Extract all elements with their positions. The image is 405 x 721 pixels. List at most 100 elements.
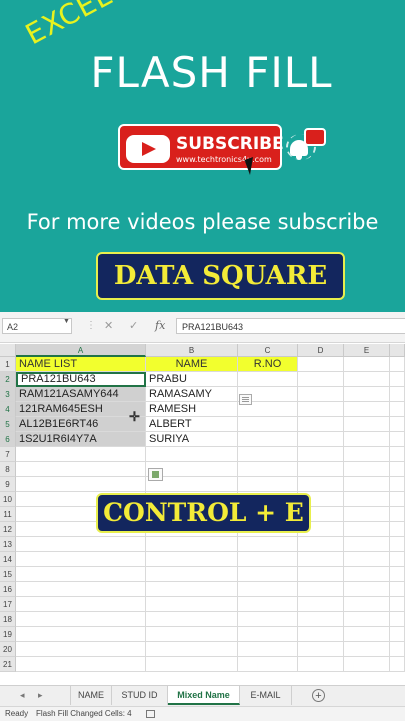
enter-icon[interactable]: ✓ (129, 319, 138, 332)
column-header-b[interactable]: B (146, 344, 238, 357)
grid-cell[interactable] (16, 582, 146, 597)
cell-a3[interactable]: RAM121ASAMY644 (16, 387, 146, 402)
cell-b6[interactable]: SURIYA (146, 432, 238, 447)
chevron-down-icon[interactable]: ▼ (63, 318, 70, 325)
grid-cell[interactable] (390, 417, 405, 432)
grid-cell[interactable] (298, 372, 344, 387)
grid-cell[interactable] (146, 447, 238, 462)
grid-cell[interactable] (298, 402, 344, 417)
grid-cell[interactable] (390, 372, 405, 387)
grid-cell[interactable] (344, 372, 390, 387)
select-all-corner[interactable] (0, 344, 16, 357)
row-header[interactable]: 16 (0, 582, 16, 597)
grid-cell[interactable] (16, 567, 146, 582)
row-header[interactable]: 15 (0, 567, 16, 582)
grid-cell[interactable] (238, 567, 298, 582)
grid-cell[interactable] (390, 432, 405, 447)
row-header[interactable]: 6 (0, 432, 16, 447)
grid-cell[interactable] (238, 447, 298, 462)
grid-cell[interactable] (238, 462, 298, 477)
grid-cell[interactable] (344, 582, 390, 597)
grid-cell[interactable] (298, 462, 344, 477)
grid-cell[interactable] (390, 627, 405, 642)
grid-cell[interactable] (146, 642, 238, 657)
grid-cell[interactable] (390, 387, 405, 402)
grid-cell[interactable] (298, 357, 344, 372)
grid-cell[interactable] (344, 642, 390, 657)
grid-cell[interactable] (390, 597, 405, 612)
grid-cell[interactable] (390, 552, 405, 567)
grid-cell[interactable] (390, 537, 405, 552)
grid-cell[interactable] (344, 657, 390, 672)
grid-cell[interactable] (390, 612, 405, 627)
grid-cell[interactable] (298, 597, 344, 612)
grid-cell[interactable] (16, 657, 146, 672)
grid-cell[interactable] (344, 507, 390, 522)
grid-cell[interactable] (344, 402, 390, 417)
row-header[interactable]: 9 (0, 477, 16, 492)
grid-cell[interactable] (344, 492, 390, 507)
grid-cell[interactable] (390, 477, 405, 492)
grid-cell[interactable] (238, 432, 298, 447)
grid-cell[interactable] (344, 417, 390, 432)
grid-cell[interactable] (344, 567, 390, 582)
grid-cell[interactable] (298, 612, 344, 627)
grid-cell[interactable] (344, 537, 390, 552)
grid-cell[interactable] (16, 447, 146, 462)
grid-cell[interactable] (344, 612, 390, 627)
grid-cell[interactable] (390, 447, 405, 462)
grid-cell[interactable] (344, 477, 390, 492)
grid-cell[interactable] (390, 402, 405, 417)
cell-a4[interactable]: 121RAM645ESH (16, 402, 146, 417)
row-header[interactable]: 3 (0, 387, 16, 402)
grid-cell[interactable] (344, 357, 390, 372)
tab-stud-id[interactable]: STUD ID (112, 686, 168, 705)
cell-a5[interactable]: AL12B1E6RT46 (16, 417, 146, 432)
grid-cell[interactable] (16, 627, 146, 642)
tab-mixed-name[interactable]: Mixed Name (168, 686, 240, 705)
row-header[interactable]: 21 (0, 657, 16, 672)
grid-cell[interactable] (16, 612, 146, 627)
column-header-c[interactable]: C (238, 344, 298, 357)
cancel-icon[interactable]: ✕ (104, 319, 113, 332)
grid-cell[interactable] (344, 552, 390, 567)
grid-cell[interactable] (16, 462, 146, 477)
row-header[interactable]: 11 (0, 507, 16, 522)
cell-c1[interactable]: R.NO (238, 357, 298, 372)
grid-cell[interactable] (298, 627, 344, 642)
cell-a1[interactable]: NAME LIST (16, 357, 146, 372)
grid-cell[interactable] (146, 582, 238, 597)
column-header-e[interactable]: E (344, 344, 390, 357)
column-header-f[interactable] (390, 344, 405, 357)
grid-cell[interactable] (344, 597, 390, 612)
grid-cell[interactable] (390, 492, 405, 507)
grid-cell[interactable] (390, 357, 405, 372)
fx-button[interactable]: fx (155, 319, 165, 332)
cell-b1[interactable]: NAME (146, 357, 238, 372)
grid-cell[interactable] (344, 522, 390, 537)
grid-cell[interactable] (16, 642, 146, 657)
grid-cell[interactable] (298, 567, 344, 582)
grid-cell[interactable] (298, 642, 344, 657)
grid-cell[interactable] (238, 417, 298, 432)
cell-b4[interactable]: RAMESH (146, 402, 238, 417)
tab-next-icon[interactable]: ▸ (38, 690, 43, 701)
grid-cell[interactable] (146, 612, 238, 627)
row-header[interactable]: 10 (0, 492, 16, 507)
paste-options-icon[interactable] (148, 468, 163, 481)
grid-cell[interactable] (238, 477, 298, 492)
flash-fill-options-icon[interactable] (239, 394, 252, 405)
row-header[interactable]: 14 (0, 552, 16, 567)
grid-cell[interactable] (16, 537, 146, 552)
row-header[interactable]: 20 (0, 642, 16, 657)
grid-cell[interactable] (298, 537, 344, 552)
row-header[interactable]: 18 (0, 612, 16, 627)
row-header[interactable]: 13 (0, 537, 16, 552)
grid-cell[interactable] (238, 552, 298, 567)
grid-cell[interactable] (344, 387, 390, 402)
grid-cell[interactable] (146, 552, 238, 567)
grid-cell[interactable] (16, 597, 146, 612)
grid-cell[interactable] (298, 657, 344, 672)
grid-cell[interactable] (238, 537, 298, 552)
grid-cell[interactable] (390, 507, 405, 522)
